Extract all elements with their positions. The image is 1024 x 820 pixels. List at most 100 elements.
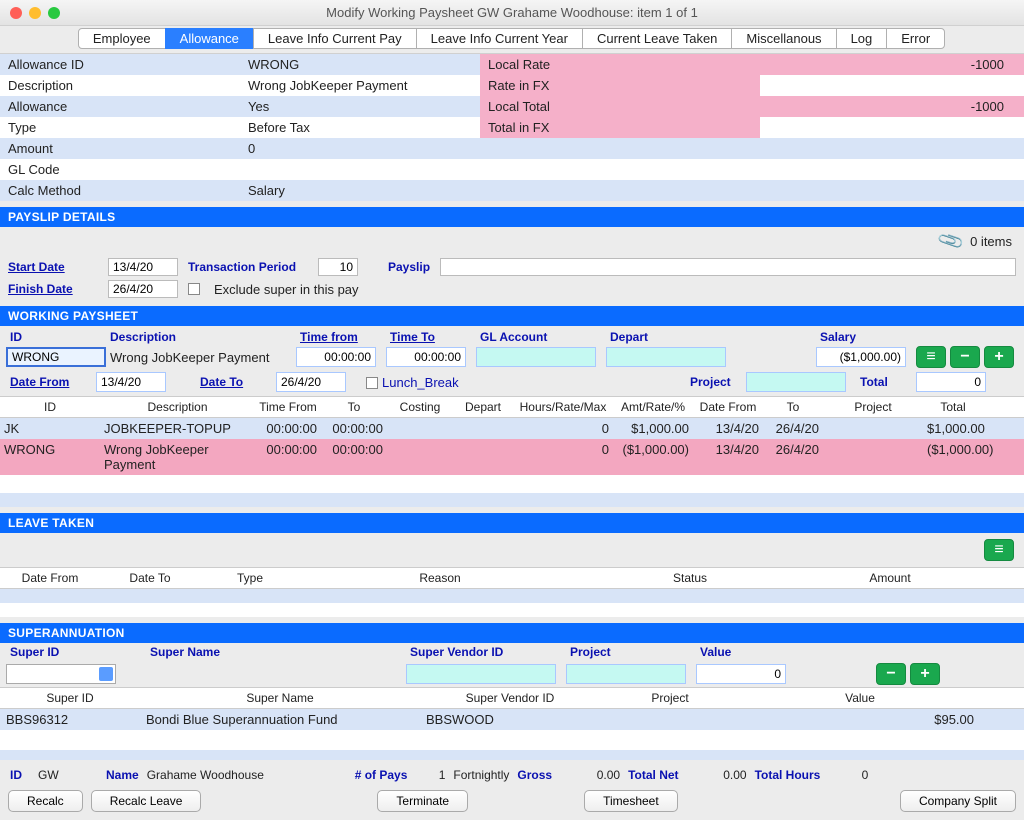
minus-icon: − [960, 348, 969, 366]
zoom-icon[interactable] [48, 7, 60, 19]
val-amount: 0 [240, 138, 480, 159]
sa-add-button[interactable]: + [910, 663, 940, 685]
lbl-local-rate: Local Rate [480, 54, 620, 75]
val-glcode [240, 159, 480, 180]
tab-misc[interactable]: Miscellanous [731, 28, 836, 49]
f-freq: Fortnightly [453, 768, 509, 782]
ws-input-dfrom[interactable] [96, 372, 166, 392]
ws-input-salary[interactable] [816, 347, 906, 367]
leave-row-empty [0, 589, 1024, 603]
checkbox-exclude-super[interactable] [188, 283, 200, 295]
sa-input-proj[interactable] [566, 664, 686, 684]
sa-dropdown-sid[interactable] [6, 664, 116, 684]
ws-hdr-id: ID [6, 330, 106, 344]
ws-input-tfrom[interactable] [296, 347, 376, 367]
lbl-trans-period: Transaction Period [188, 260, 308, 274]
footer: ID GW Name Grahame Woodhouse # of Pays 1… [0, 760, 1024, 820]
tab-log[interactable]: Log [836, 28, 888, 49]
lbl-allowance-id: Allowance ID [0, 54, 240, 75]
lbl-type: Type [0, 117, 240, 138]
lbl-payslip: Payslip [388, 260, 430, 274]
ws-grid-header: IDDescriptionTime FromToCostingDepartHou… [0, 396, 1024, 418]
leave-list-button[interactable]: ≡ [984, 539, 1014, 561]
tab-current-leave-taken[interactable]: Current Leave Taken [582, 28, 732, 49]
ws-hdr-depart: Depart [606, 330, 736, 344]
lbl-exclude-super: Exclude super in this pay [214, 282, 359, 297]
ws-row-wrong[interactable]: WRONGWrong JobKeeper Payment00:00:0000:0… [0, 439, 1024, 475]
val-allowance: Yes [240, 96, 480, 117]
ws-hdr-dfrom: Date From [6, 375, 96, 389]
f-name-val: Grahame Woodhouse [147, 768, 347, 782]
tab-leave-current-pay[interactable]: Leave Info Current Pay [253, 28, 417, 49]
list-icon: ≡ [994, 541, 1003, 559]
ws-input-gl[interactable] [476, 347, 596, 367]
close-icon[interactable] [10, 7, 22, 19]
val-calc-method: Salary [240, 180, 480, 201]
btn-recalc[interactable]: Recalc [8, 790, 83, 812]
tab-allowance[interactable]: Allowance [165, 28, 254, 49]
ws-hdr-salary: Salary [816, 330, 916, 344]
ws-list-button[interactable]: ≡ [916, 346, 946, 368]
plus-icon: + [920, 665, 929, 683]
ws-remove-button[interactable]: − [950, 346, 980, 368]
f-pays-val: 1 [415, 768, 445, 782]
f-net-val: 0.00 [687, 768, 747, 782]
tab-error[interactable]: Error [886, 28, 945, 49]
sa-input-val[interactable] [696, 664, 786, 684]
ws-input-tto[interactable] [386, 347, 466, 367]
f-hrs-label: Total Hours [755, 768, 821, 782]
leave-grid-header: Date FromDate ToTypeReasonStatusAmount [0, 567, 1024, 589]
sa-row-empty [0, 730, 1024, 750]
ws-hdr-dto: Date To [196, 375, 276, 389]
section-leave-taken: LEAVE TAKEN [0, 513, 1024, 533]
input-payslip[interactable] [440, 258, 1016, 276]
input-trans-period[interactable] [318, 258, 358, 276]
val-local-total: -1000 [620, 96, 1024, 117]
checkbox-lunch[interactable] [366, 377, 378, 389]
ws-hdr-gl: GL Account [476, 330, 606, 344]
section-working-paysheet: WORKING PAYSHEET [0, 306, 1024, 326]
btn-terminate[interactable]: Terminate [377, 790, 468, 812]
ws-input-project[interactable] [746, 372, 846, 392]
ws-input-depart[interactable] [606, 347, 726, 367]
lbl-local-total: Local Total [480, 96, 620, 117]
section-superannuation: SUPERANNUATION [0, 623, 1024, 643]
val-description: Wrong JobKeeper Payment [240, 75, 480, 96]
f-pays-label: # of Pays [355, 768, 408, 782]
val-local-rate: -1000 [620, 54, 1024, 75]
tab-bar: Employee Allowance Leave Info Current Pa… [0, 26, 1024, 54]
val-rate-fx [620, 75, 760, 96]
input-start-date[interactable] [108, 258, 178, 276]
ws-input-dto[interactable] [276, 372, 346, 392]
sa-hdr-val: Value [696, 645, 876, 659]
lbl-rate-fx: Rate in FX [480, 75, 620, 96]
tab-employee[interactable]: Employee [78, 28, 166, 49]
f-gross-label: Gross [517, 768, 552, 782]
ws-val-desc: Wrong JobKeeper Payment [106, 350, 296, 365]
minus-icon: − [886, 665, 895, 683]
lbl-start-date: Start Date [8, 260, 98, 274]
sa-input-svid[interactable] [406, 664, 556, 684]
ws-add-button[interactable]: + [984, 346, 1014, 368]
btn-timesheet[interactable]: Timesheet [584, 790, 678, 812]
input-finish-date[interactable] [108, 280, 178, 298]
minimize-icon[interactable] [29, 7, 41, 19]
lbl-amount: Amount [0, 138, 240, 159]
traffic-lights [10, 7, 60, 19]
tab-leave-current-year[interactable]: Leave Info Current Year [416, 28, 583, 49]
sa-remove-button[interactable]: − [876, 663, 906, 685]
f-name-label: Name [106, 768, 139, 782]
leave-row-empty2 [0, 603, 1024, 617]
ws-input-total[interactable] [916, 372, 986, 392]
sa-row-0[interactable]: BBS96312Bondi Blue Superannuation FundBB… [0, 709, 1024, 730]
ws-hdr-total: Total [856, 375, 916, 389]
lbl-glcode: GL Code [0, 159, 240, 180]
ws-hdr-tto: Time To [386, 330, 476, 344]
btn-company-split[interactable]: Company Split [900, 790, 1016, 812]
ws-row-jk[interactable]: JKJOBKEEPER-TOPUP00:00:0000:00:000$1,000… [0, 418, 1024, 439]
val-allowance-id: WRONG [240, 54, 480, 75]
ws-hdr-project: Project [686, 375, 746, 389]
f-id-val: GW [38, 768, 98, 782]
btn-recalc-leave[interactable]: Recalc Leave [91, 790, 202, 812]
ws-input-id[interactable] [6, 347, 106, 367]
